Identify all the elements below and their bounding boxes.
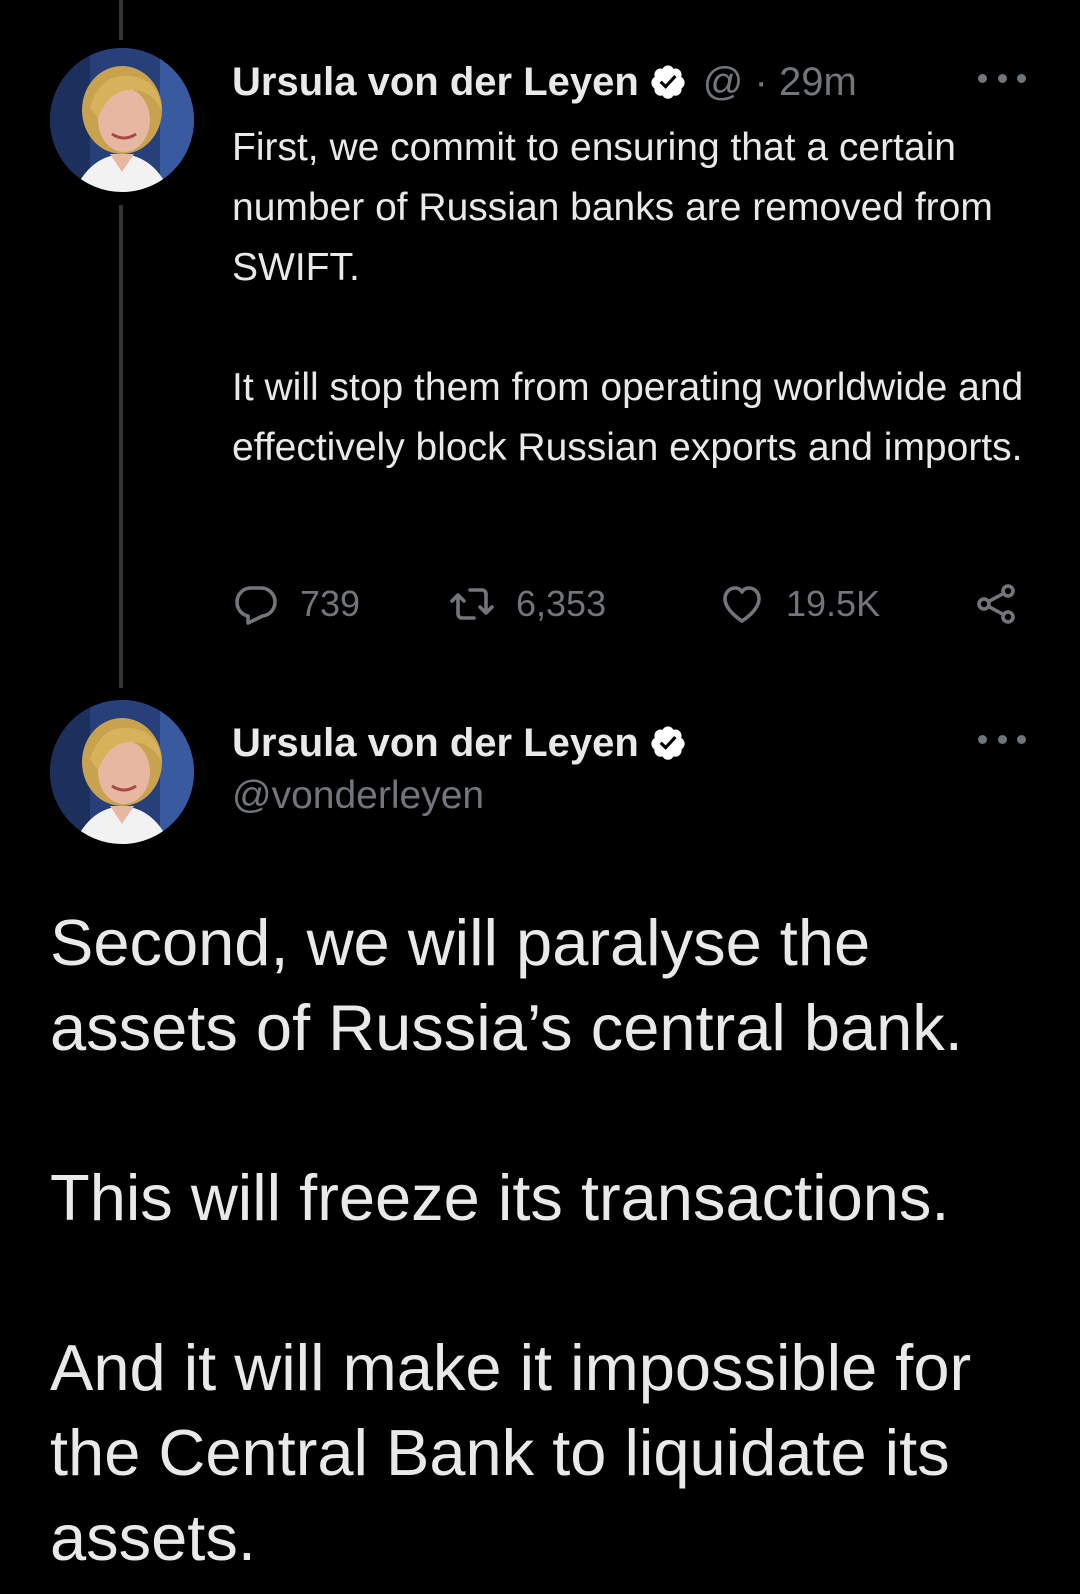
- tweet1-author-row: Ursula von der Leyen @ · 29m: [232, 52, 857, 112]
- tweet-paragraph: Second, we will paralyse the assets of R…: [50, 906, 963, 1064]
- tweet-paragraph: And it will make it impossible for the C…: [50, 1331, 972, 1574]
- tweet-actions: 739 6,353 19.5K: [232, 574, 1032, 634]
- tweet-paragraph: This will freeze its transactions.: [50, 1161, 950, 1234]
- verified-badge-icon: [651, 65, 685, 99]
- thread-line-top: [119, 0, 123, 40]
- share-icon: [977, 584, 1015, 624]
- share-button[interactable]: [972, 574, 1020, 634]
- tweet-paragraph: It will stop them from operating worldwi…: [232, 366, 1024, 469]
- avatar-photo: [50, 700, 194, 844]
- reply-count: 739: [300, 583, 361, 624]
- more-options-icon[interactable]: [978, 731, 1026, 747]
- thread-line: [119, 205, 123, 688]
- avatar[interactable]: [50, 48, 194, 192]
- like-count: 19.5K: [786, 583, 881, 624]
- avatar[interactable]: [50, 700, 194, 844]
- tweet-meta[interactable]: @ · 29m: [703, 60, 857, 105]
- avatar-photo: [50, 48, 194, 192]
- tweet1-text: First, we commit to ensuring that a cert…: [232, 118, 1062, 478]
- heart-icon: [723, 586, 761, 623]
- reply-icon: [235, 586, 277, 625]
- author-name[interactable]: Ursula von der Leyen: [232, 60, 639, 105]
- like-button[interactable]: 19.5K: [718, 574, 880, 634]
- author-name[interactable]: Ursula von der Leyen: [232, 721, 639, 766]
- retweet-icon: [450, 588, 494, 620]
- verified-badge-icon: [651, 726, 685, 760]
- more-options-icon[interactable]: [978, 70, 1026, 86]
- tweet2-text: Second, we will paralyse the assets of R…: [50, 900, 1060, 1580]
- tweet2-author-row: Ursula von der Leyen: [232, 713, 687, 773]
- author-handle[interactable]: @vonderleyen: [232, 774, 484, 818]
- reply-button[interactable]: 739: [232, 574, 360, 634]
- tweet-paragraph: First, we commit to ensuring that a cert…: [232, 126, 993, 289]
- retweet-button[interactable]: 6,353: [448, 574, 606, 634]
- retweet-count: 6,353: [516, 583, 607, 624]
